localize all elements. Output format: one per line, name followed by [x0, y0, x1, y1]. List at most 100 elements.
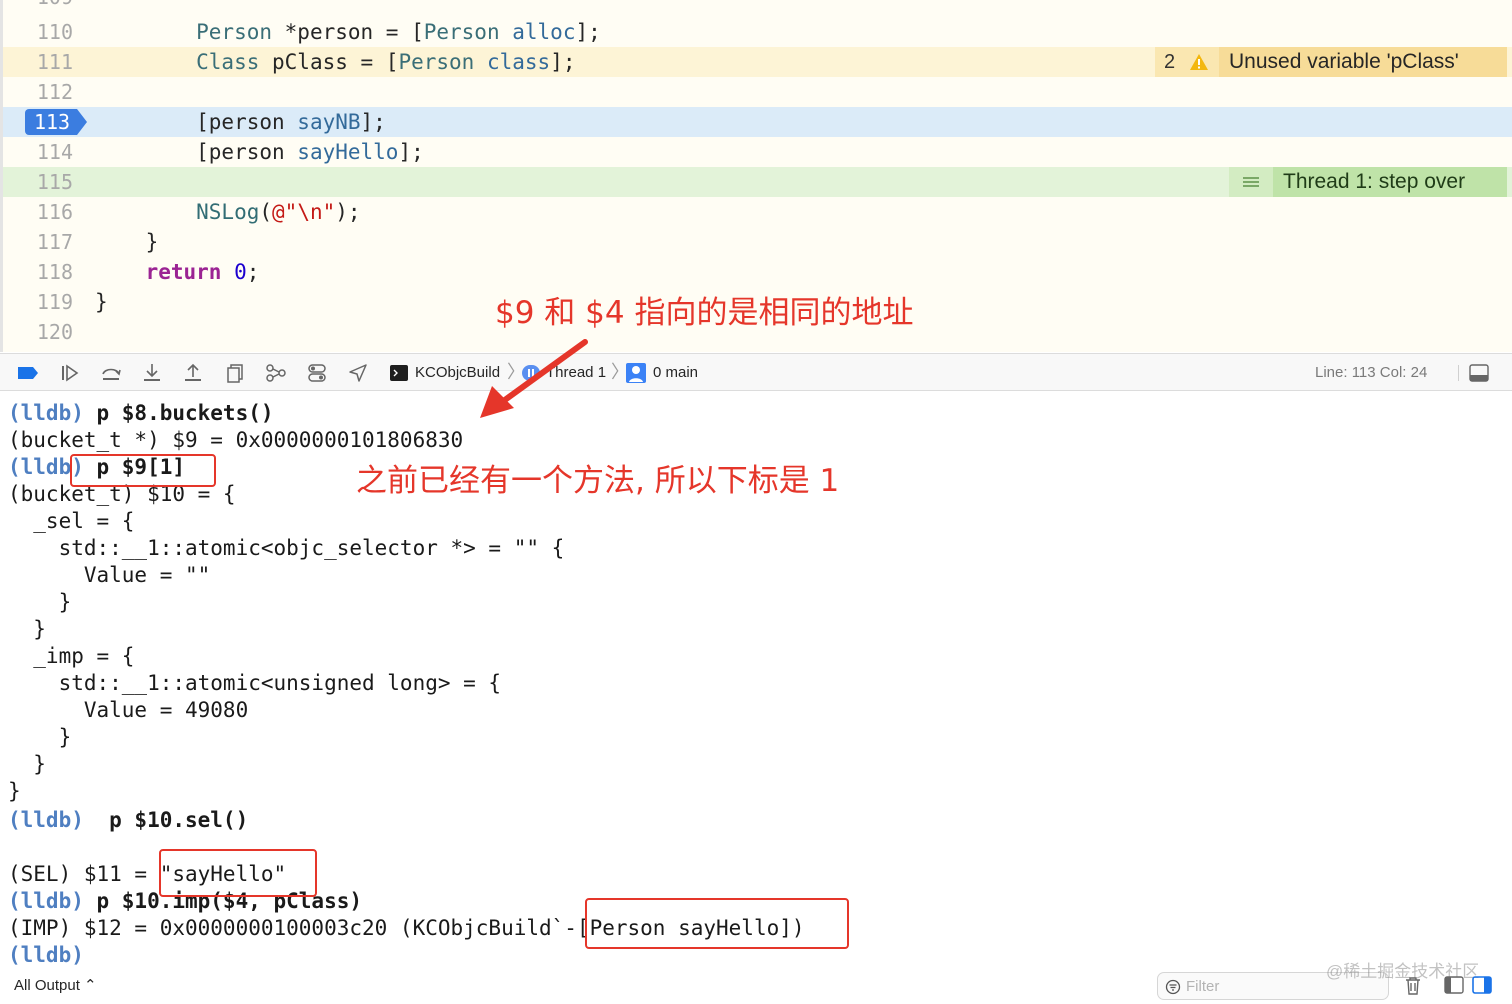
- code-line-114[interactable]: 114 [person sayHello];: [3, 137, 1512, 167]
- annotation-arrow-icon: [480, 339, 588, 418]
- console-output-line: _sel = {: [8, 508, 134, 535]
- line-col-indicator: Line: 113 Col: 24: [1315, 364, 1428, 381]
- line-number[interactable]: 117: [3, 227, 73, 257]
- lldb-command: p $10.sel(): [83, 808, 249, 832]
- console-text: }: [8, 590, 72, 614]
- console-output-line: }: [8, 616, 46, 643]
- line-number[interactable]: 118: [3, 257, 73, 287]
- show-variables-view-icon[interactable]: [1444, 976, 1464, 994]
- line-number[interactable]: 109: [3, 0, 73, 12]
- lldb-prompt: (lldb): [8, 808, 84, 832]
- breakpoint-marker[interactable]: 113: [25, 109, 87, 135]
- breadcrumb-frame[interactable]: 0 main: [653, 354, 698, 392]
- code-line-109[interactable]: 109: [3, 0, 1512, 12]
- console-command-line: (lldb): [8, 942, 84, 969]
- code-token: Person: [398, 50, 475, 74]
- line-number[interactable]: 116: [3, 197, 73, 227]
- code-line-117[interactable]: 117 }: [3, 227, 1512, 257]
- console-command-line: (lldb) p $8.buckets(): [8, 400, 274, 427]
- annotation-box-selector: [159, 849, 317, 897]
- annotation-same-address: $9 和 $4 指向的是相同的地址: [495, 295, 914, 331]
- code-line-111[interactable]: 111 Class pClass = [Person class]; 2 Unuse…: [3, 47, 1512, 77]
- step-out-icon[interactable]: [182, 362, 204, 384]
- code-token: Person: [95, 20, 273, 44]
- code-token: *person = [: [272, 20, 424, 44]
- warning-icon: [1190, 54, 1208, 70]
- simulate-location-icon[interactable]: [347, 362, 369, 384]
- line-number[interactable]: 111: [3, 47, 73, 77]
- line-number[interactable]: 120: [3, 317, 73, 347]
- code-token: class: [486, 50, 551, 74]
- code-text: [person sayNB];: [95, 107, 386, 137]
- lines-icon: [1229, 167, 1273, 197]
- code-token: ];: [550, 50, 576, 74]
- console-text: }: [8, 779, 21, 803]
- code-token: }: [95, 230, 159, 254]
- memory-graph-icon[interactable]: [265, 362, 287, 384]
- console-output-line: _imp = {: [8, 643, 134, 670]
- continue-icon[interactable]: [59, 362, 81, 384]
- environment-overrides-icon[interactable]: [306, 362, 328, 384]
- code-token: Class: [95, 50, 260, 74]
- code-token: ];: [360, 110, 386, 134]
- lldb-prompt: (lldb): [8, 889, 84, 913]
- issue-count[interactable]: 2: [1155, 47, 1219, 77]
- code-line-118[interactable]: 118 return 0;: [3, 257, 1512, 287]
- hide-debug-area-icon[interactable]: [1469, 364, 1489, 382]
- code-text: Person *person = [Person alloc];: [95, 17, 601, 47]
- code-line-115[interactable]: 115 Thread 1: step over: [3, 167, 1512, 197]
- console-text: Value = 49080: [8, 698, 249, 722]
- code-token: ;: [246, 260, 260, 284]
- console-command-line: (lldb) p $10.sel(): [8, 807, 248, 834]
- code-token: NSLog: [95, 200, 260, 224]
- code-text: }: [95, 287, 108, 317]
- issue-badge[interactable]: 2 Unused variable 'pClass': [1155, 47, 1507, 77]
- stack-frame-icon: [626, 363, 646, 383]
- step-over-icon[interactable]: [100, 362, 122, 384]
- terminal-app-icon: [390, 365, 408, 381]
- annotation-index-note: 之前已经有一个方法, 所以下标是 1: [356, 463, 840, 499]
- console-output-line: }: [8, 724, 72, 751]
- console-text: }: [8, 752, 46, 776]
- code-token: [person: [95, 110, 298, 134]
- code-token: [person: [95, 140, 298, 164]
- step-into-icon[interactable]: [141, 362, 163, 384]
- code-line-113[interactable]: 113 [person sayNB];: [3, 107, 1512, 137]
- line-number[interactable]: 114: [3, 137, 73, 167]
- lldb-prompt: (lldb): [8, 401, 84, 425]
- line-number[interactable]: 110: [3, 17, 73, 47]
- code-line-112[interactable]: 112: [3, 77, 1512, 107]
- output-selector[interactable]: All Output ⌃: [14, 976, 97, 994]
- code-token: alloc: [512, 20, 576, 44]
- show-console-view-icon[interactable]: [1472, 976, 1492, 994]
- code-token: 0: [234, 260, 247, 284]
- filter-icon: [1165, 979, 1181, 995]
- console-text: _sel = {: [8, 509, 135, 533]
- line-number[interactable]: 112: [3, 77, 73, 107]
- console-output-line: std::__1::atomic<objc_selector *> = "" {: [8, 535, 565, 562]
- code-token: pClass = [: [259, 50, 399, 74]
- console-output-line: Value = 49080: [8, 697, 248, 724]
- code-token: sayNB: [297, 110, 361, 134]
- trash-icon[interactable]: [1404, 976, 1422, 996]
- code-token: }: [95, 290, 108, 314]
- console-text: std::__1::atomic<unsigned long> = {: [8, 671, 502, 695]
- console-text: Value = "": [8, 563, 211, 587]
- console-text: }: [8, 725, 72, 749]
- breakpoints-toggle-icon[interactable]: [16, 365, 40, 381]
- code-token: );: [335, 200, 361, 224]
- lldb-command: p $8.buckets(): [83, 401, 274, 425]
- code-token: ];: [398, 140, 424, 164]
- code-text: Class pClass = [Person class];: [95, 47, 575, 77]
- code-line-110[interactable]: 110 Person *person = [Person alloc];: [3, 17, 1512, 47]
- debug-step-badge[interactable]: Thread 1: step over: [1229, 167, 1507, 197]
- console-output-line: }: [8, 751, 46, 778]
- code-line-116[interactable]: 116 NSLog(@"\n");: [3, 197, 1512, 227]
- line-number[interactable]: 115: [3, 167, 73, 197]
- warning-count: 2: [1164, 51, 1176, 73]
- line-number[interactable]: 119: [3, 287, 73, 317]
- code-text: NSLog(@"\n");: [95, 197, 361, 227]
- view-hierarchy-icon[interactable]: [224, 362, 246, 384]
